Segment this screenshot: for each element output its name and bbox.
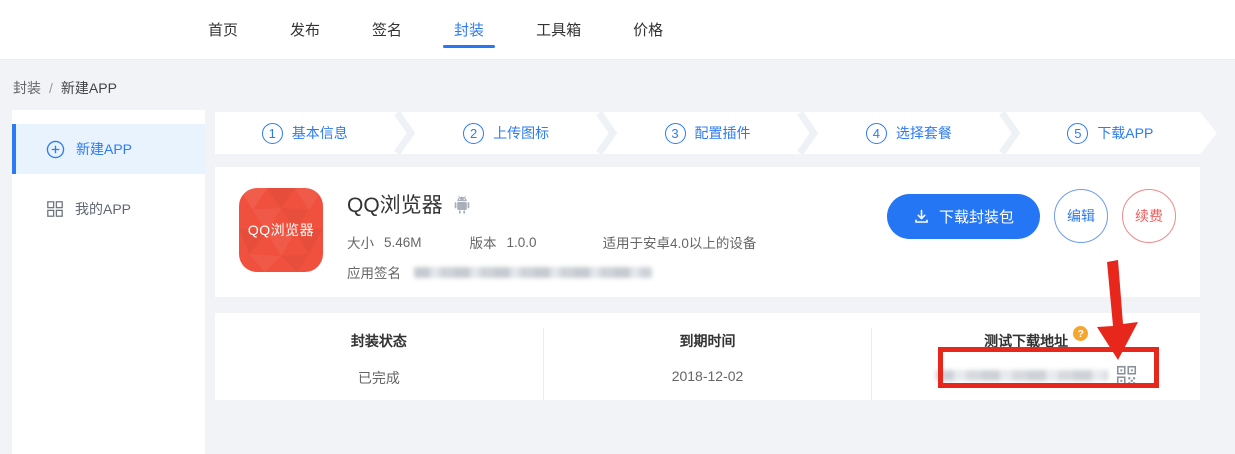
step-number: 2: [463, 123, 484, 144]
step-number: 3: [665, 123, 686, 144]
test-download-label: 测试下载地址: [984, 331, 1068, 351]
step-number: 4: [866, 123, 887, 144]
sidebar-item-label: 新建APP: [76, 139, 132, 159]
step-label: 下载APP: [1097, 123, 1153, 143]
edit-button[interactable]: 编辑: [1054, 189, 1108, 243]
breadcrumb: 封装 / 新建APP: [13, 78, 117, 98]
step-wizard: 1 基本信息 2 上传图标 3 配置插件 4 选择套餐 5 下载APP: [215, 112, 1200, 154]
app-icon-text: QQ浏览器: [239, 188, 323, 272]
chevron-right-icon: [394, 112, 416, 154]
status-col-test-download: 测试下载地址 ?: [871, 328, 1200, 400]
nav-item-package[interactable]: 封装: [454, 0, 484, 59]
size-label: 大小: [347, 232, 374, 252]
signature-row: 应用签名: [347, 262, 756, 282]
chevron-right-icon: [797, 112, 819, 154]
version-value: 1.0.0: [507, 235, 537, 250]
nav-item-label: 签名: [372, 19, 402, 40]
masked-download-url[interactable]: [936, 370, 1108, 381]
nav-item-label: 工具箱: [536, 19, 581, 40]
status-card: 封装状态 已完成 到期时间 2018-12-02 测试下载地址 ?: [215, 313, 1200, 400]
step-number: 5: [1067, 123, 1088, 144]
size-value: 5.46M: [384, 235, 422, 250]
step-label: 配置插件: [695, 123, 751, 143]
status-col-package-state: 封装状态 已完成: [215, 328, 543, 400]
nav-item-label: 首页: [208, 19, 238, 40]
compat-text: 适用于安卓4.0以上的设备: [603, 232, 757, 252]
version-label: 版本: [470, 232, 497, 252]
package-state-value: 已完成: [215, 368, 543, 388]
android-icon: [452, 193, 472, 215]
top-nav: 首页 发布 签名 封装 工具箱 价格: [0, 0, 1235, 60]
signature-label: 应用签名: [347, 262, 401, 282]
step-choose-plan[interactable]: 4 选择套餐: [819, 123, 998, 144]
download-package-label: 下载封装包: [939, 206, 1014, 227]
nav-item-label: 封装: [454, 19, 484, 40]
step-basic-info[interactable]: 1 基本信息: [215, 123, 394, 144]
top-nav-items: 首页 发布 签名 封装 工具箱 价格: [208, 0, 663, 59]
nav-item-label: 价格: [633, 19, 663, 40]
nav-item-home[interactable]: 首页: [208, 0, 238, 59]
download-package-button[interactable]: 下载封装包: [887, 194, 1040, 239]
step-number: 1: [262, 123, 283, 144]
sidebar-item-new-app[interactable]: 新建APP: [12, 124, 205, 174]
grid-icon: [46, 200, 64, 218]
app-name: QQ浏览器: [347, 189, 443, 219]
breadcrumb-separator: /: [49, 80, 53, 96]
nav-item-toolbox[interactable]: 工具箱: [536, 0, 581, 59]
step-label: 上传图标: [493, 123, 549, 143]
step-label: 选择套餐: [896, 123, 952, 143]
app-info: QQ浏览器 大小 5.46M 版本 1.0.0 适用于安卓4.0以上的设备: [347, 188, 756, 276]
download-icon: [913, 208, 930, 225]
breadcrumb-current: 新建APP: [61, 78, 117, 98]
main-content: 1 基本信息 2 上传图标 3 配置插件 4 选择套餐 5 下载APP: [215, 112, 1200, 400]
expire-date-label: 到期时间: [680, 331, 736, 351]
package-state-label: 封装状态: [351, 331, 407, 351]
app-card: QQ浏览器 QQ浏览器 大小 5.46M 版本 1.0.0: [215, 167, 1200, 297]
app-card-actions: 下载封装包 编辑 续费: [887, 189, 1176, 243]
renew-label: 续费: [1135, 206, 1163, 226]
breadcrumb-section[interactable]: 封装: [13, 78, 41, 98]
nav-item-sign[interactable]: 签名: [372, 0, 402, 59]
sidebar-item-label: 我的APP: [75, 199, 131, 219]
app-icon: QQ浏览器: [239, 188, 323, 272]
nav-item-publish[interactable]: 发布: [290, 0, 320, 59]
edit-label: 编辑: [1067, 206, 1095, 226]
expire-date-value: 2018-12-02: [544, 368, 872, 384]
app-meta: 大小 5.46M 版本 1.0.0 适用于安卓4.0以上的设备: [347, 232, 756, 252]
sidebar: 新建APP 我的APP: [12, 110, 205, 454]
renew-button[interactable]: 续费: [1122, 189, 1176, 243]
nav-item-price[interactable]: 价格: [633, 0, 663, 59]
question-circle-icon[interactable]: ?: [1073, 326, 1088, 341]
step-configure-plugins[interactable]: 3 配置插件: [618, 123, 797, 144]
status-col-expire-date: 到期时间 2018-12-02: [543, 328, 872, 400]
step-download-app[interactable]: 5 下载APP: [1021, 123, 1200, 144]
nav-item-label: 发布: [290, 19, 320, 40]
qr-code-icon[interactable]: [1116, 365, 1137, 386]
masked-signature-value: [414, 267, 652, 278]
plus-circle-icon: [46, 140, 65, 159]
sidebar-item-my-app[interactable]: 我的APP: [12, 184, 205, 234]
step-upload-icon[interactable]: 2 上传图标: [416, 123, 595, 144]
chevron-right-icon: [999, 112, 1021, 154]
chevron-right-icon: [596, 112, 618, 154]
step-label: 基本信息: [292, 123, 348, 143]
